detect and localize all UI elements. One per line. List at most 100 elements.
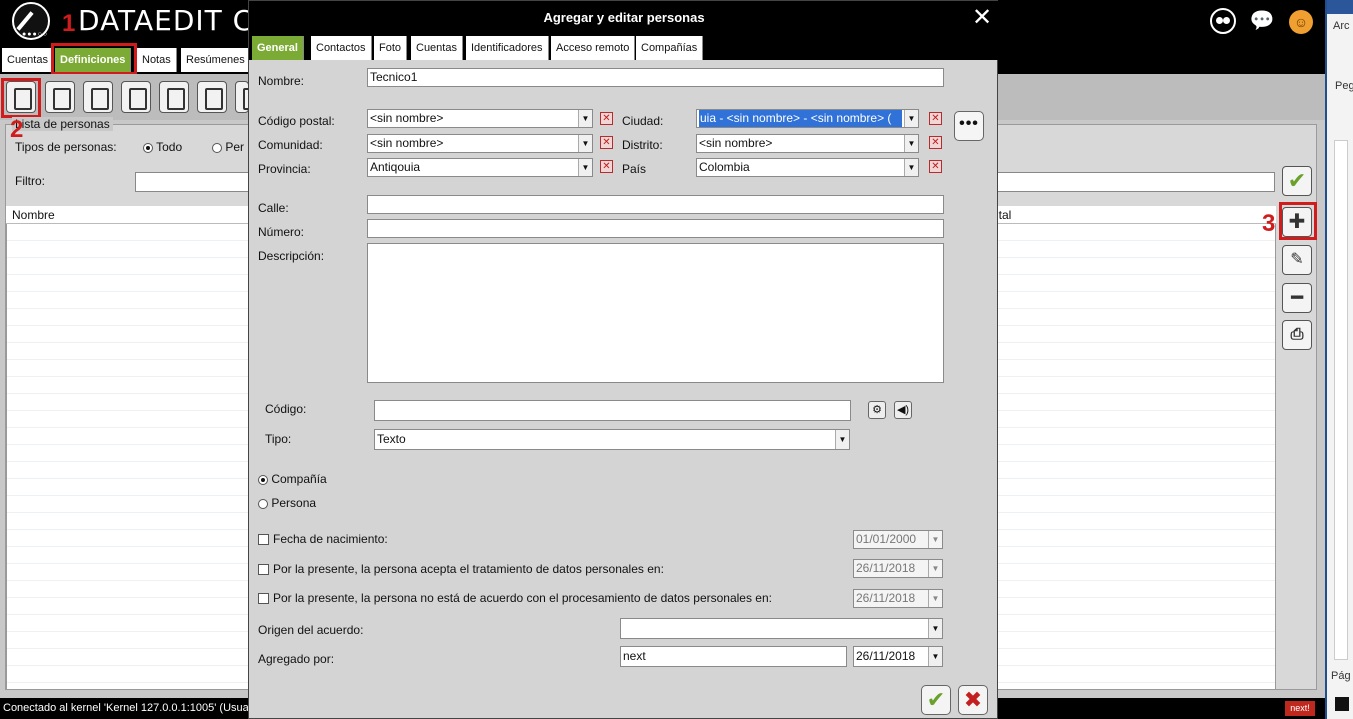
dataedit-logo-icon: ●●●○○	[12, 2, 50, 40]
radio-person[interactable]: Persona	[258, 496, 316, 510]
country-select[interactable]: Colombia ▼	[696, 158, 919, 177]
tab-general[interactable]: General	[252, 36, 304, 60]
remove-button[interactable]: ━	[1282, 283, 1312, 313]
birth-date-checkbox[interactable]: Fecha de nacimiento:	[258, 532, 388, 546]
close-icon[interactable]: ✕	[969, 1, 995, 34]
street-label: Calle:	[258, 201, 289, 215]
edit-button[interactable]: ✎	[1282, 245, 1312, 275]
word-ruler	[1334, 140, 1348, 660]
postal-code-select[interactable]: <sin nombre> ▼	[367, 109, 593, 128]
radio-all[interactable]: Todo	[143, 140, 182, 154]
clear-postal-code-icon[interactable]: ✕	[600, 112, 613, 125]
province-select[interactable]: Antiqouia ▼	[367, 158, 593, 177]
tool-button-3[interactable]	[83, 81, 113, 113]
chevron-down-icon: ▼	[928, 647, 942, 666]
chat-icon[interactable]: 💬	[1247, 8, 1277, 34]
code-input[interactable]	[374, 400, 851, 421]
tool-button-6[interactable]	[197, 81, 227, 113]
name-label: Nombre:	[258, 74, 305, 88]
word-paste-label[interactable]: Peg	[1335, 80, 1353, 92]
annotation-3: 3	[1262, 210, 1276, 237]
chevron-down-icon: ▼	[904, 110, 918, 127]
number-label: Número:	[258, 225, 305, 239]
clear-city-icon[interactable]: ✕	[929, 112, 942, 125]
tab-cuentas[interactable]: Cuentas	[2, 48, 54, 72]
tab-foto[interactable]: Foto	[374, 36, 408, 60]
tab-notas[interactable]: Notas	[137, 48, 177, 72]
name-input[interactable]: Tecnico1	[367, 68, 944, 87]
city-select[interactable]: uia - <sin nombre> - <sin nombre> (▼	[696, 109, 919, 128]
highlight-persons-tool	[1, 78, 41, 118]
district-label: Distrito:	[622, 138, 663, 152]
tab-cuentas-dialog[interactable]: Cuentas	[411, 36, 463, 60]
origin-label: Origen del acuerdo:	[258, 623, 364, 637]
accept-processing-checkbox[interactable]: Por la presente, la persona acepta el tr…	[258, 562, 664, 576]
origin-select[interactable]: ▼	[620, 618, 943, 639]
chevron-down-icon: ▼	[904, 159, 918, 176]
column-name[interactable]: Nombre	[12, 206, 55, 224]
clear-province-icon[interactable]: ✕	[600, 160, 613, 173]
type-label: Tipo:	[265, 432, 292, 446]
annotation-1: 1	[62, 10, 76, 37]
postal-code-label: Código postal:	[258, 114, 335, 128]
chevron-down-icon: ▼	[578, 135, 592, 152]
tab-identificadores[interactable]: Identificadores	[466, 36, 549, 60]
next-badge: next!	[1285, 701, 1315, 716]
tab-acceso-remoto[interactable]: Acceso remoto	[551, 36, 636, 60]
community-label: Comunidad:	[258, 138, 323, 152]
persons-list-legend: Lista de personas	[12, 117, 113, 131]
chevron-down-icon: ▼	[578, 110, 592, 127]
confirm-button[interactable]: ✔	[921, 685, 951, 715]
description-label: Descripción:	[258, 249, 325, 263]
dialog-title: Agregar y editar personas	[249, 1, 999, 34]
column-right[interactable]: ital	[996, 206, 1011, 224]
chevron-down-icon: ▼	[928, 619, 942, 638]
tool-button-2[interactable]	[45, 81, 75, 113]
app-logo-text: DATAEDIT CO	[78, 4, 277, 37]
radio-company[interactable]: Compañía	[258, 472, 327, 486]
word-page-label: Pág	[1331, 670, 1351, 682]
tool-button-7[interactable]	[235, 81, 261, 113]
tool-button-4[interactable]	[121, 81, 151, 113]
clear-community-icon[interactable]: ✕	[600, 136, 613, 149]
chevron-down-icon: ▼	[904, 135, 918, 152]
chevron-down-icon: ▼	[578, 159, 592, 176]
apply-filter-button[interactable]: ✔	[1282, 166, 1312, 196]
community-select[interactable]: <sin nombre> ▼	[367, 134, 593, 153]
added-by-input[interactable]: next	[620, 646, 847, 667]
type-select[interactable]: Texto ▼	[374, 429, 850, 450]
reject-processing-checkbox[interactable]: Por la presente, la persona no está de a…	[258, 591, 772, 605]
added-date-picker[interactable]: 26/11/2018 ▼	[853, 646, 943, 667]
reject-date-picker[interactable]: 26/11/2018 ▼	[853, 589, 943, 608]
tab-resumenes[interactable]: Resúmenes	[181, 48, 251, 72]
chevron-down-icon: ▼	[928, 560, 942, 577]
person-types-label: Tipos de personas:	[15, 140, 117, 154]
gear-icon[interactable]: ⚙	[868, 401, 886, 419]
filter-label: Filtro:	[15, 174, 45, 188]
description-textarea[interactable]	[367, 243, 944, 383]
tab-companias[interactable]: Compañías	[636, 36, 704, 60]
cancel-button[interactable]: ✖	[958, 685, 988, 715]
print-button[interactable]: ⎙	[1282, 320, 1312, 350]
smiley-icon[interactable]: ☺	[1289, 10, 1313, 34]
birth-date-picker[interactable]: 01/01/2000 ▼	[853, 530, 943, 549]
owl-icon[interactable]	[1210, 8, 1236, 34]
district-select[interactable]: <sin nombre> ▼	[696, 134, 919, 153]
street-input[interactable]	[367, 195, 944, 214]
accept-date-picker[interactable]: 26/11/2018 ▼	[853, 559, 943, 578]
word-file-tab[interactable]: Arc	[1333, 20, 1350, 32]
tab-contactos[interactable]: Contactos	[311, 36, 372, 60]
dialog-tab-bar: General Contactos Foto Cuentas Identific…	[249, 34, 999, 60]
added-by-label: Agregado por:	[258, 652, 335, 666]
clear-district-icon[interactable]: ✕	[929, 136, 942, 149]
radio-partial[interactable]: Per	[212, 140, 244, 154]
word-window-strip: Arc Peg Pág	[1325, 0, 1353, 719]
windows-start-icon[interactable]	[1335, 697, 1349, 711]
number-input[interactable]	[367, 219, 944, 238]
tool-button-5[interactable]	[159, 81, 189, 113]
clear-country-icon[interactable]: ✕	[929, 160, 942, 173]
chevron-down-icon: ▼	[928, 531, 942, 548]
code-label: Código:	[265, 402, 307, 416]
more-options-button[interactable]: •••	[954, 111, 984, 141]
speaker-icon[interactable]: ◀)	[894, 401, 912, 419]
